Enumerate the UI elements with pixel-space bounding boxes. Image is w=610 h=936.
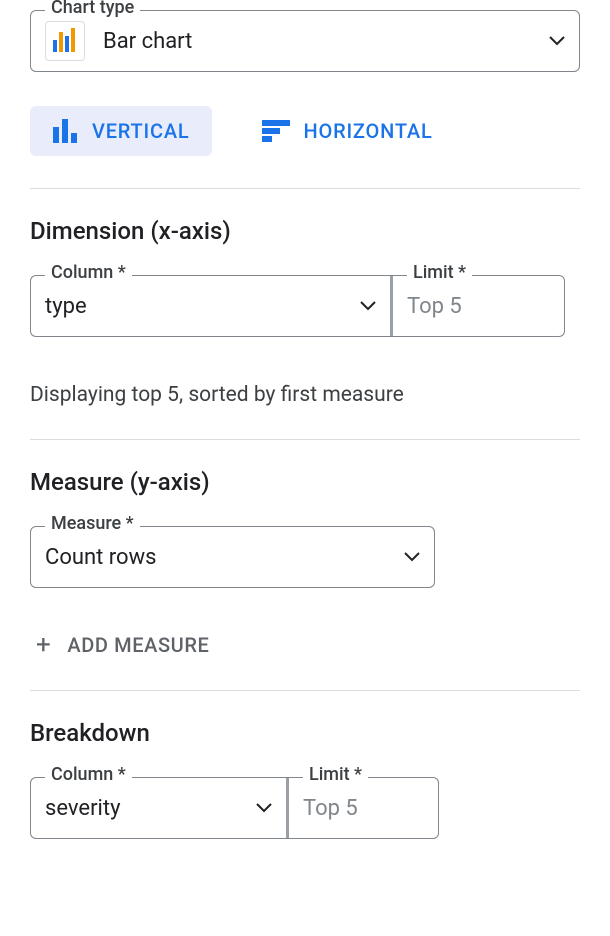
breakdown-limit-legend: Limit *	[303, 766, 368, 784]
breakdown-section-title: Breakdown	[30, 719, 580, 747]
vertical-bars-icon	[52, 119, 78, 143]
dimension-limit-field[interactable]: Limit * Top 5	[393, 275, 565, 337]
measure-value: Count rows	[45, 545, 404, 570]
dimension-column-legend: Column *	[45, 264, 132, 282]
breakdown-column-select[interactable]: Column * severity	[30, 777, 286, 839]
divider	[30, 188, 580, 189]
chart-type-value: Bar chart	[103, 29, 549, 54]
measure-legend: Measure *	[45, 515, 140, 533]
dimension-limit-legend: Limit *	[407, 264, 472, 282]
chart-type-select[interactable]: Chart type Bar chart	[30, 10, 580, 72]
dropdown-caret-icon	[256, 803, 272, 813]
breakdown-limit-field[interactable]: Limit * Top 5	[289, 777, 439, 839]
dimension-section-title: Dimension (x-axis)	[30, 217, 580, 245]
dimension-fields-row: Column * type Limit * Top 5	[30, 275, 580, 337]
divider	[30, 439, 580, 440]
bar-chart-icon	[45, 21, 85, 61]
breakdown-column-legend: Column *	[45, 766, 132, 784]
dropdown-caret-icon	[404, 552, 420, 562]
orientation-vertical-button[interactable]: VERTICAL	[30, 106, 212, 156]
dropdown-caret-icon	[360, 301, 376, 311]
add-measure-button[interactable]: + ADD MEASURE	[30, 632, 580, 658]
measure-select[interactable]: Measure * Count rows	[30, 526, 435, 588]
dropdown-caret-icon	[549, 36, 565, 46]
chart-type-legend: Chart type	[45, 0, 140, 17]
dimension-column-value: type	[45, 294, 360, 319]
orientation-toggle-group: VERTICAL HORIZONTAL	[30, 106, 580, 156]
breakdown-column-value: severity	[45, 796, 256, 821]
orientation-vertical-label: VERTICAL	[92, 119, 190, 143]
plus-icon: +	[36, 632, 51, 658]
horizontal-bars-icon	[262, 120, 290, 142]
breakdown-fields-row: Column * severity Limit * Top 5	[30, 777, 580, 839]
divider	[30, 690, 580, 691]
orientation-horizontal-button[interactable]: HORIZONTAL	[240, 106, 455, 156]
measure-section-title: Measure (y-axis)	[30, 468, 580, 496]
breakdown-limit-value: Top 5	[303, 796, 424, 821]
orientation-horizontal-label: HORIZONTAL	[304, 119, 433, 143]
dimension-column-select[interactable]: Column * type	[30, 275, 390, 337]
add-measure-label: ADD MEASURE	[67, 633, 209, 657]
dimension-limit-value: Top 5	[407, 294, 550, 319]
dimension-helper-text: Displaying top 5, sorted by first measur…	[30, 383, 580, 407]
